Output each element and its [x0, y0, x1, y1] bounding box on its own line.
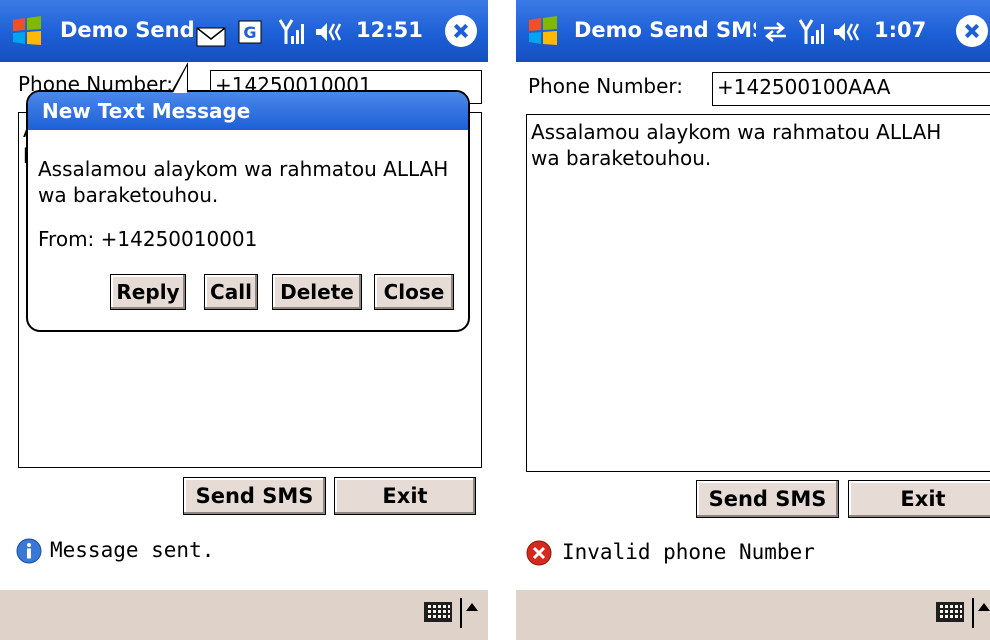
input-panel-divider — [972, 598, 974, 628]
close-button[interactable]: Close — [374, 274, 454, 310]
gprs-icon: G — [238, 20, 262, 44]
message-notification-icon[interactable] — [196, 26, 226, 48]
phone-number-label: Phone Number: — [528, 74, 684, 98]
soft-key-bar — [0, 590, 488, 640]
left-device-screen: Demo Send G 12:51 Phone Number: +1425001… — [0, 0, 488, 640]
call-button[interactable]: Call — [204, 274, 258, 310]
title-bar: Demo Send SMS 1:07 — [516, 0, 990, 62]
keyboard-icon[interactable] — [936, 602, 964, 622]
phone-number-input[interactable]: +142500100AAA — [712, 72, 990, 106]
notification-sender: From: +14250010001 — [38, 227, 258, 251]
exit-button[interactable]: Exit — [334, 477, 476, 515]
status-message: Message sent. — [50, 538, 215, 562]
close-app-button[interactable] — [445, 15, 477, 47]
signal-strength-icon — [798, 19, 824, 44]
title-bar: Demo Send G 12:51 — [0, 0, 488, 62]
keyboard-icon[interactable] — [424, 602, 452, 622]
close-app-button[interactable] — [956, 15, 988, 47]
soft-key-bar — [516, 590, 990, 640]
clock[interactable]: 1:07 — [874, 18, 926, 42]
send-sms-button[interactable]: Send SMS — [183, 477, 326, 515]
error-icon — [526, 540, 552, 566]
svg-text:G: G — [243, 23, 256, 42]
notification-title: New Text Message — [28, 92, 468, 130]
delete-button[interactable]: Delete — [272, 274, 362, 310]
input-method-arrow-icon[interactable] — [466, 603, 478, 611]
start-menu-icon[interactable] — [526, 14, 560, 48]
data-connection-icon — [764, 22, 786, 42]
exit-button[interactable]: Exit — [848, 480, 990, 518]
signal-strength-icon — [278, 19, 304, 44]
app-title: Demo Send — [60, 18, 195, 42]
status-message: Invalid phone Number — [562, 540, 815, 564]
message-textarea[interactable]: Assalamou alaykom wa rahmatou ALLAH wa b… — [526, 114, 990, 472]
reply-button[interactable]: Reply — [110, 274, 186, 310]
input-panel-divider — [460, 598, 462, 628]
app-title: Demo Send SMS — [574, 18, 756, 42]
volume-icon[interactable] — [314, 20, 348, 44]
info-icon — [16, 538, 42, 564]
start-menu-icon[interactable] — [10, 14, 44, 48]
notification-body: Assalamou alaykom wa rahmatou ALLAH wa b… — [38, 157, 449, 207]
input-method-arrow-icon[interactable] — [978, 603, 990, 611]
new-message-notification: New Text Message Assalamou alaykom wa ra… — [26, 90, 470, 332]
right-device-screen: Demo Send SMS 1:07 Phone Number: +142500… — [516, 0, 990, 640]
send-sms-button[interactable]: Send SMS — [696, 480, 839, 518]
notification-pointer-fill — [173, 66, 187, 93]
clock[interactable]: 12:51 — [356, 18, 423, 42]
volume-icon[interactable] — [832, 20, 866, 44]
